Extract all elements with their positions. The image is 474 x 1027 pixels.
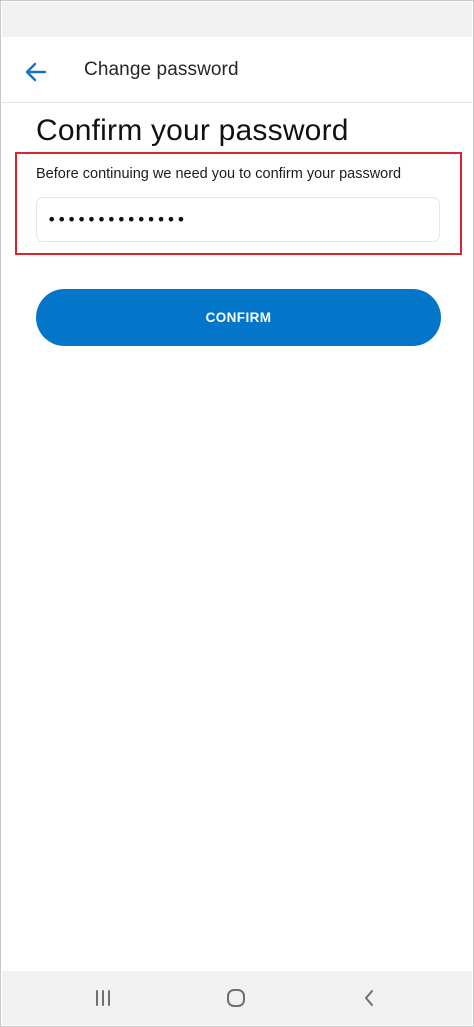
confirm-button[interactable]: CONFIRM [36,289,441,346]
instruction-text: Before continuing we need you to confirm… [36,166,402,182]
home-button[interactable] [206,971,266,1025]
phone-screen: Change password Confirm your password Be… [0,0,474,1027]
system-back-icon [365,990,373,1006]
recent-apps-button[interactable] [73,971,133,1025]
page-title: Change password [84,59,239,80]
status-bar [2,2,472,37]
arrow-left-icon [25,62,47,82]
system-back-button[interactable] [339,971,399,1025]
password-input[interactable] [36,197,440,242]
back-button[interactable] [16,54,56,90]
confirm-password-heading: Confirm your password [36,114,349,147]
system-nav-bar [2,971,472,1025]
app-bar: Change password [2,37,472,103]
home-icon [227,989,245,1007]
recent-apps-icon [96,990,110,1006]
